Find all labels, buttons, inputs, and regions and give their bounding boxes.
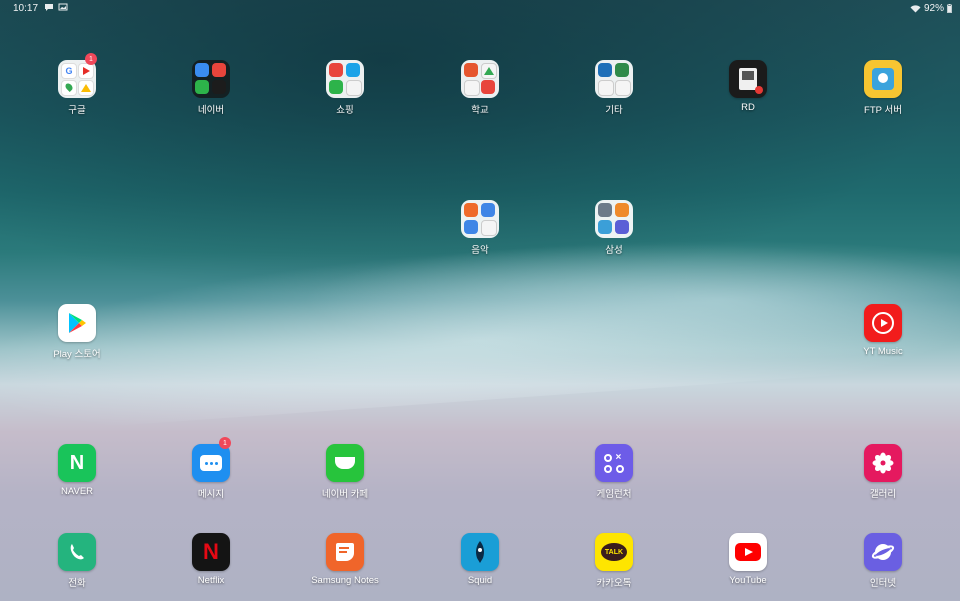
folder-shopping-icon [326, 60, 364, 98]
samsung-notes-label: Samsung Notes [311, 575, 379, 586]
naver-icon: N [58, 444, 96, 482]
folder-naver-icon [192, 60, 230, 98]
folder-music-label: 음악 [471, 245, 489, 256]
folder-naver-label: 네이버 [197, 105, 225, 116]
youtube-icon [729, 533, 767, 571]
app-squid[interactable]: Squid [445, 533, 515, 586]
squid-label: Squid [467, 575, 493, 586]
status-right: 92% [910, 3, 952, 14]
folder-etc-icon [595, 60, 633, 98]
gallery-icon [864, 444, 902, 482]
messages-label: 메시지 [197, 489, 225, 500]
naver-label: NAVER [60, 486, 94, 497]
app-gallery[interactable]: 갤러리 [848, 444, 918, 500]
ftp-server-icon [864, 60, 902, 98]
kakaotalk-icon-text: TALK [604, 548, 624, 556]
image-notification-icon [58, 3, 68, 11]
app-phone[interactable]: 전화 [42, 533, 112, 589]
phone-icon [58, 533, 96, 571]
battery-icon [947, 4, 952, 13]
folder-shopping-label: 쇼핑 [336, 105, 354, 116]
squid-icon [461, 533, 499, 571]
app-play-store[interactable]: Play 스토어 [42, 304, 112, 360]
folder-school-label: 학교 [471, 105, 489, 116]
folder-etc[interactable]: 기타 [579, 60, 649, 116]
app-messages[interactable]: 1 메시지 [176, 437, 246, 500]
app-naver-cafe[interactable]: 네이버 카페 [310, 444, 380, 500]
app-internet[interactable]: 인터넷 [848, 533, 918, 589]
game-launcher-icon: × [595, 444, 633, 482]
status-bar: 10:17 92% [0, 0, 960, 18]
app-ftp-server[interactable]: FTP 서버 [848, 60, 918, 116]
play-store-icon [58, 304, 96, 342]
app-yt-music[interactable]: YT Music [848, 304, 918, 357]
internet-label: 인터넷 [869, 578, 897, 589]
ftp-server-label: FTP 서버 [864, 105, 902, 116]
folder-google-label: 구글 [68, 105, 86, 116]
phone-label: 전화 [68, 578, 86, 589]
samsung-notes-icon [326, 533, 364, 571]
app-game-launcher[interactable]: × 게임런처 [579, 444, 649, 500]
kakaotalk-label: 카카오톡 [596, 578, 632, 589]
play-store-label: Play 스토어 [53, 349, 101, 360]
internet-icon [864, 533, 902, 571]
folder-samsung[interactable]: 삼성 [579, 200, 649, 256]
folder-google[interactable]: G 1 구글 [42, 53, 112, 116]
app-naver[interactable]: N NAVER [42, 444, 112, 497]
naver-cafe-label: 네이버 카페 [321, 489, 369, 500]
folder-music-icon [461, 200, 499, 238]
wifi-icon [910, 4, 921, 12]
gallery-label: 갤러리 [869, 489, 897, 500]
folder-school-icon [461, 60, 499, 98]
folder-google-icon: G [58, 60, 96, 98]
yt-music-label: YT Music [863, 346, 903, 357]
folder-music[interactable]: 음악 [445, 200, 515, 256]
app-netflix[interactable]: N Netflix [176, 533, 246, 586]
netflix-label: Netflix [197, 575, 225, 586]
kakaotalk-icon: TALK [595, 533, 633, 571]
youtube-label: YouTube [729, 575, 767, 586]
folder-naver[interactable]: 네이버 [176, 60, 246, 116]
battery-percent: 92% [923, 3, 944, 14]
chat-notification-icon [45, 4, 53, 11]
folder-school[interactable]: 학교 [445, 60, 515, 116]
folder-shopping[interactable]: 쇼핑 [310, 60, 380, 116]
folder-samsung-label: 삼성 [605, 245, 623, 256]
yt-music-icon [864, 304, 902, 342]
app-rd[interactable]: RD [713, 60, 783, 113]
app-youtube[interactable]: YouTube [713, 533, 783, 586]
folder-etc-label: 기타 [605, 105, 623, 116]
game-launcher-label: 게임런처 [596, 489, 632, 500]
netflix-icon: N [192, 533, 230, 571]
naver-cafe-icon [326, 444, 364, 482]
rd-label: RD [741, 102, 755, 113]
folder-samsung-icon [595, 200, 633, 238]
messages-badge: 1 [219, 437, 231, 449]
google-badge: 1 [85, 53, 97, 65]
app-kakaotalk[interactable]: TALK 카카오톡 [579, 533, 649, 589]
status-time: 10:17 [13, 3, 39, 14]
rd-icon [729, 60, 767, 98]
app-samsung-notes[interactable]: Samsung Notes [310, 533, 380, 586]
messages-icon [192, 444, 230, 482]
